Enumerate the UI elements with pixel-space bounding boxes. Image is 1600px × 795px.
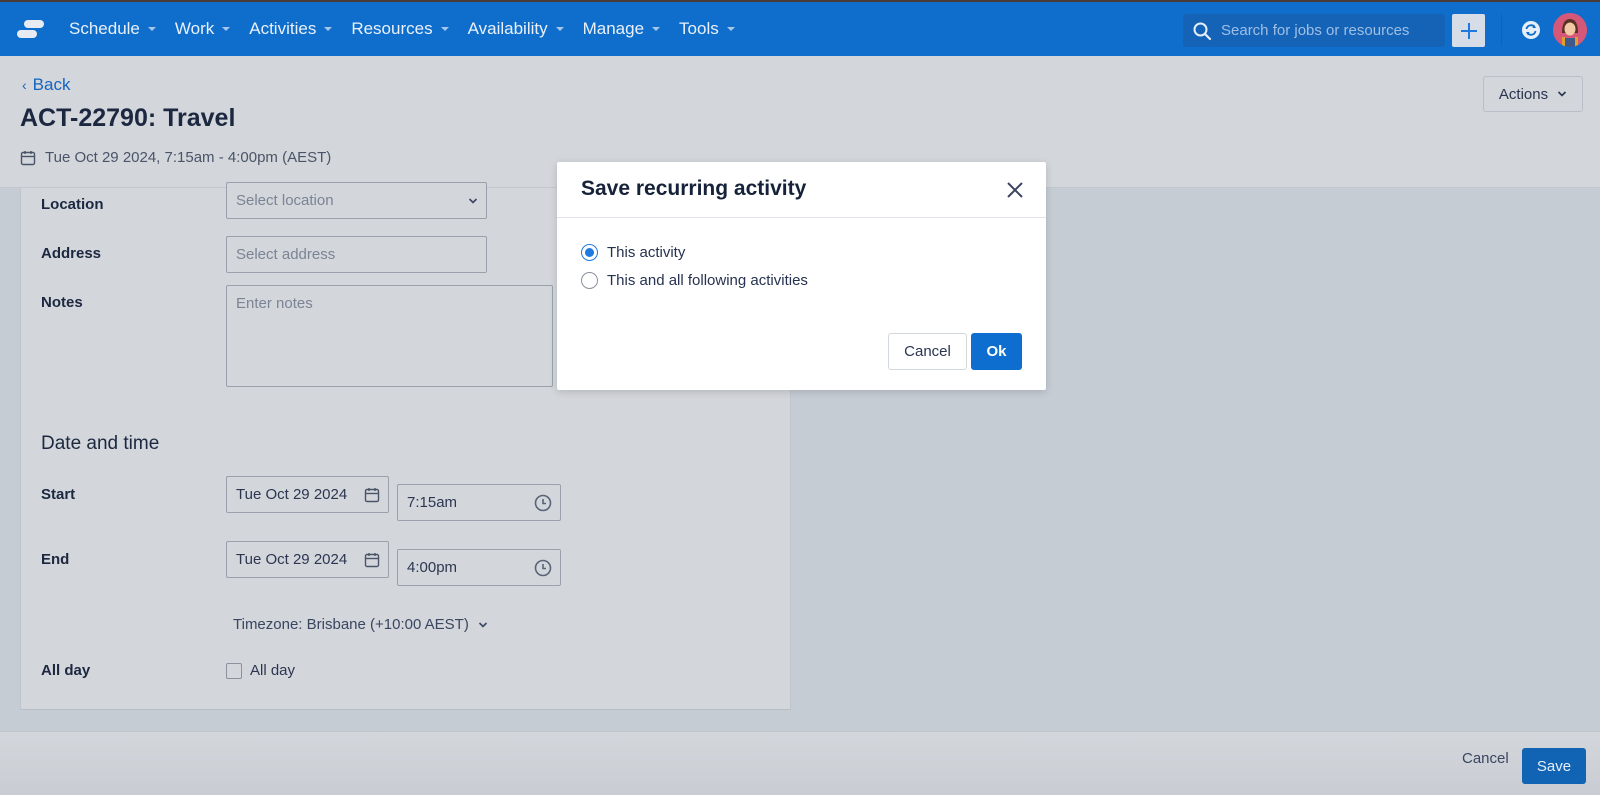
timezone-selector[interactable]: Timezone: Brisbane (+10:00 AEST) <box>233 616 488 633</box>
nav-availability[interactable]: Availability <box>468 19 564 39</box>
all-day-checkbox-label: All day <box>250 662 296 679</box>
radio-this-and-following[interactable] <box>581 272 598 289</box>
option-this-activity[interactable]: This activity <box>581 244 685 261</box>
search-icon <box>1192 21 1212 41</box>
radio-this-activity[interactable] <box>581 244 598 261</box>
nav-divider <box>1501 14 1502 46</box>
location-placeholder: Select location <box>236 192 334 209</box>
top-navigation-bar: Schedule Work Activities Resources Avail… <box>0 0 1600 56</box>
footer-save-button[interactable]: Save <box>1522 748 1586 784</box>
main-nav: Schedule Work Activities Resources Avail… <box>69 2 754 56</box>
address-select[interactable]: Select address <box>226 236 487 273</box>
notes-label: Notes <box>41 294 83 311</box>
caret-down-icon <box>440 27 449 31</box>
actions-label: Actions <box>1498 85 1549 103</box>
caret-down-icon <box>555 27 564 31</box>
nav-label: Work <box>174 19 215 38</box>
activity-datetime-text: Tue Oct 29 2024, 7:15am - 4:00pm (AEST) <box>45 149 332 166</box>
end-time-input[interactable]: 4:00pm <box>397 549 561 586</box>
option-label: This activity <box>607 244 686 261</box>
end-date-value: Tue Oct 29 2024 <box>236 551 348 568</box>
logo-bar-bottom <box>17 30 37 38</box>
option-this-and-following[interactable]: This and all following activities <box>581 272 808 289</box>
logo-bar-top <box>24 20 44 28</box>
nav-schedule[interactable]: Schedule <box>69 19 156 39</box>
global-search[interactable] <box>1183 14 1445 47</box>
dialog-header: Save recurring activity <box>557 162 1046 218</box>
nav-label: Manage <box>582 19 645 38</box>
chevron-down-icon <box>478 621 487 628</box>
footer-action-bar: Cancel Save <box>0 731 1600 795</box>
nav-manage[interactable]: Manage <box>582 19 661 39</box>
timezone-label: Timezone: Brisbane (+10:00 AEST) <box>233 616 469 633</box>
start-time-value: 7:15am <box>407 494 458 511</box>
clock-icon[interactable] <box>534 494 552 512</box>
activity-datetime: Tue Oct 29 2024, 7:15am - 4:00pm (AEST) <box>20 149 331 166</box>
caret-down-icon <box>324 27 333 31</box>
start-date-value: Tue Oct 29 2024 <box>236 486 348 503</box>
actions-button[interactable]: Actions <box>1483 76 1583 112</box>
dialog-ok-button[interactable]: Ok <box>971 333 1022 370</box>
start-date-input[interactable]: Tue Oct 29 2024 <box>226 476 389 513</box>
nav-tools[interactable]: Tools <box>679 19 735 39</box>
end-label: End <box>41 551 70 568</box>
nav-label: Availability <box>467 19 548 38</box>
notes-textarea[interactable]: Enter notes <box>226 285 553 387</box>
nav-label: Resources <box>351 19 433 38</box>
chevron-left-icon: ‹ <box>22 77 27 93</box>
caret-down-icon <box>147 27 156 31</box>
date-time-section-title: Date and time <box>41 433 160 454</box>
chevron-down-icon <box>468 197 478 204</box>
location-select[interactable]: Select location <box>226 182 487 219</box>
close-icon[interactable] <box>1004 179 1026 201</box>
nav-resources[interactable]: Resources <box>351 19 449 39</box>
user-avatar[interactable] <box>1553 13 1587 47</box>
end-time-value: 4:00pm <box>407 559 458 576</box>
caret-down-icon <box>652 27 661 31</box>
address-placeholder: Select address <box>236 246 336 263</box>
save-recurring-dialog: Save recurring activity This activity Th… <box>557 162 1046 390</box>
sync-icon[interactable] <box>1521 20 1541 40</box>
nav-label: Schedule <box>69 19 140 38</box>
app-logo[interactable] <box>16 17 46 41</box>
all-day-checkbox-wrap[interactable]: All day <box>226 662 295 679</box>
location-label: Location <box>41 196 104 213</box>
plus-icon <box>1460 22 1477 39</box>
all-day-checkbox[interactable] <box>226 662 242 679</box>
page-title: ACT-22790: Travel <box>20 104 236 132</box>
back-label: Back <box>32 75 71 94</box>
end-date-input[interactable]: Tue Oct 29 2024 <box>226 541 389 578</box>
nav-label: Tools <box>679 19 719 38</box>
caret-down-icon <box>222 27 231 31</box>
start-label: Start <box>41 486 76 503</box>
chevron-down-icon <box>1558 91 1567 97</box>
calendar-icon[interactable] <box>364 487 380 503</box>
nav-activities[interactable]: Activities <box>249 19 333 39</box>
footer-cancel-button[interactable]: Cancel <box>1462 750 1509 767</box>
calendar-icon[interactable] <box>364 552 380 568</box>
all-day-label: All day <box>41 662 91 679</box>
caret-down-icon <box>726 27 735 31</box>
dialog-title: Save recurring activity <box>581 177 807 200</box>
option-label: This and all following activities <box>607 272 808 289</box>
nav-work[interactable]: Work <box>174 19 231 39</box>
dialog-cancel-button[interactable]: Cancel <box>888 333 967 370</box>
create-new-button[interactable] <box>1452 14 1485 47</box>
calendar-icon <box>20 150 36 165</box>
nav-label: Activities <box>249 19 317 38</box>
back-link[interactable]: ‹ Back <box>22 75 70 95</box>
start-time-input[interactable]: 7:15am <box>397 484 561 521</box>
address-label: Address <box>41 245 102 262</box>
notes-placeholder: Enter notes <box>236 295 313 312</box>
search-input[interactable] <box>1221 22 1441 39</box>
clock-icon[interactable] <box>534 559 552 577</box>
